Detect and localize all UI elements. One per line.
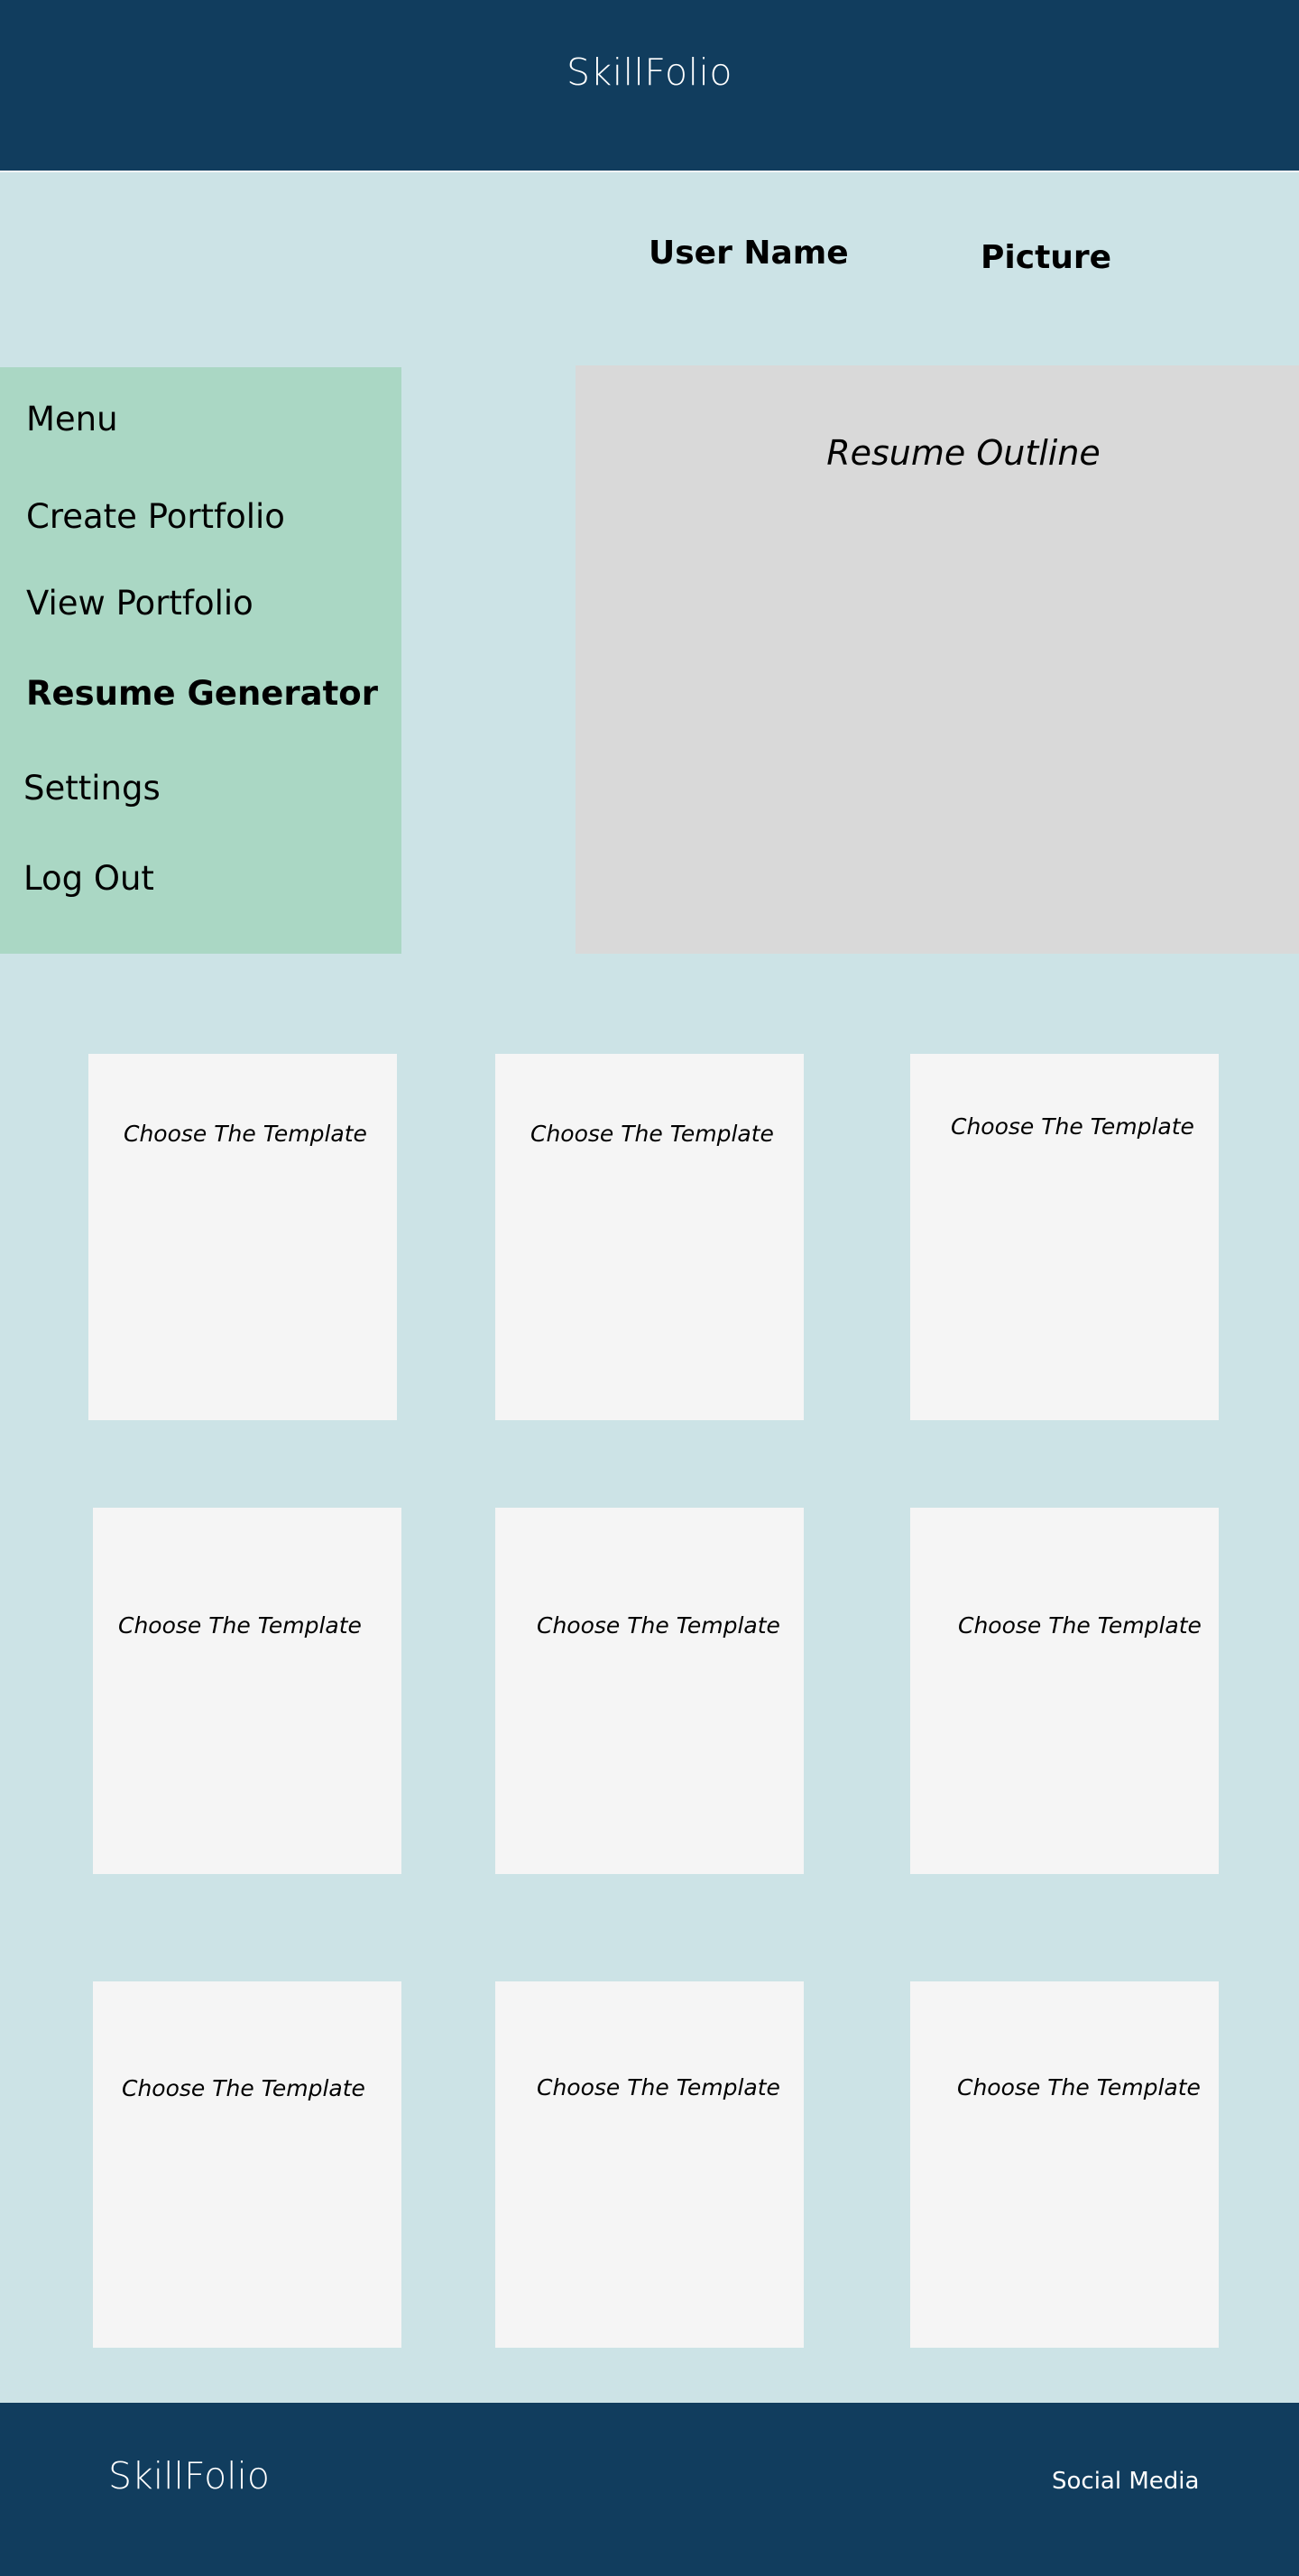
template-label: Choose The Template <box>530 1121 774 1147</box>
template-label: Choose The Template <box>124 1121 367 1147</box>
template-card[interactable]: Choose The Template <box>88 1054 397 1420</box>
footer: SkillFolio Social Media <box>0 2403 1299 2576</box>
header: SkillFolio <box>0 0 1299 172</box>
template-card[interactable]: Choose The Template <box>910 1508 1219 1874</box>
menu-item-log-out[interactable]: Log Out <box>23 859 154 898</box>
template-label: Choose The Template <box>122 2075 365 2101</box>
menu-item-resume-generator[interactable]: Resume Generator <box>26 674 378 713</box>
template-card[interactable]: Choose The Template <box>910 1054 1219 1420</box>
template-label: Choose The Template <box>118 1612 362 1639</box>
menu-title: Menu <box>26 400 118 439</box>
profile-picture[interactable]: Picture <box>981 239 1111 276</box>
resume-outline-title: Resume Outline <box>826 433 1101 473</box>
template-card[interactable]: Choose The Template <box>93 1508 401 1874</box>
template-label: Choose The Template <box>957 2074 1201 2101</box>
template-card[interactable]: Choose The Template <box>495 1054 804 1420</box>
social-media-link[interactable]: Social Media <box>1052 2468 1199 2495</box>
template-label: Choose The Template <box>537 2074 780 2101</box>
menu-item-view-portfolio[interactable]: View Portfolio <box>26 584 253 623</box>
brand-logo-text[interactable]: SkillFolio <box>0 51 1299 94</box>
template-label: Choose The Template <box>958 1612 1202 1639</box>
template-label: Choose The Template <box>537 1612 780 1639</box>
template-card[interactable]: Choose The Template <box>910 1981 1219 2348</box>
template-card[interactable]: Choose The Template <box>93 1981 401 2348</box>
footer-brand[interactable]: SkillFolio <box>108 2454 270 2498</box>
resume-outline-panel: Resume Outline <box>576 365 1299 954</box>
user-name: User Name <box>649 235 849 272</box>
template-card[interactable]: Choose The Template <box>495 1508 804 1874</box>
menu-item-create-portfolio[interactable]: Create Portfolio <box>26 497 285 536</box>
menu-item-settings[interactable]: Settings <box>23 769 161 808</box>
template-label: Choose The Template <box>951 1113 1194 1140</box>
sidebar-menu: Menu Create Portfolio View Portfolio Res… <box>0 367 401 954</box>
template-card[interactable]: Choose The Template <box>495 1981 804 2348</box>
